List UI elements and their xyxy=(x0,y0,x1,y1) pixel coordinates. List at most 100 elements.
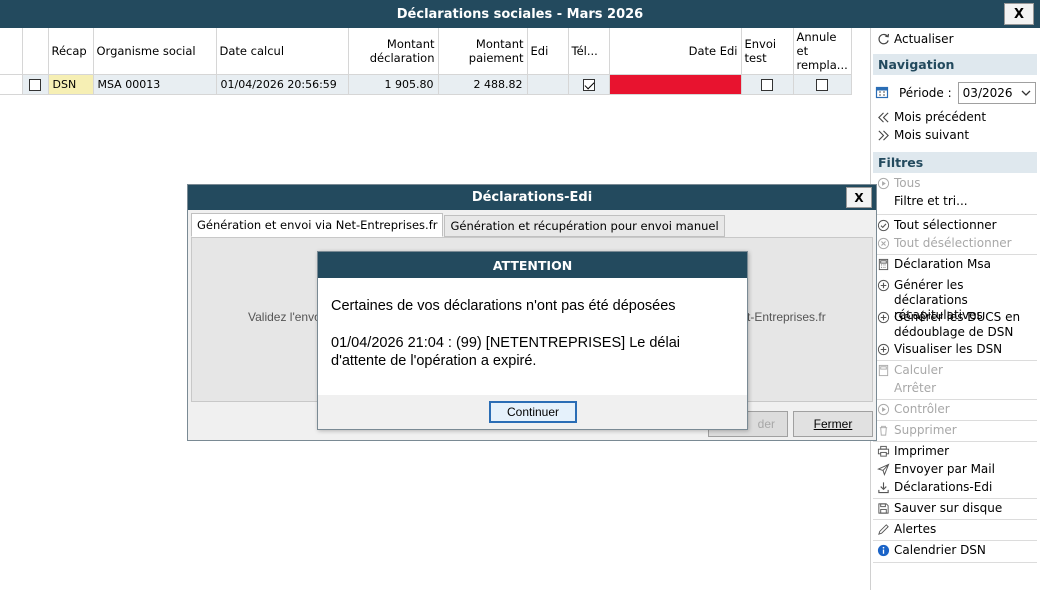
fermer-button[interactable]: Fermer xyxy=(793,411,873,437)
row-select-cell[interactable] xyxy=(22,74,49,95)
save-icon xyxy=(875,501,891,516)
plus-circle-icon xyxy=(875,310,891,325)
actualiser-button[interactable]: Actualiser xyxy=(875,32,1037,47)
tous-button[interactable]: Tous xyxy=(875,176,1037,191)
edi-dialog-close-button[interactable]: X xyxy=(846,187,872,208)
sidebar-divider xyxy=(873,254,1037,255)
col-select[interactable] xyxy=(22,28,49,75)
window-close-button[interactable]: X xyxy=(1004,3,1034,25)
window-titlebar: Déclarations sociales - Mars 2026 X xyxy=(0,0,1040,28)
row-indicator xyxy=(0,74,23,95)
refresh-icon xyxy=(875,32,891,47)
calculator-icon xyxy=(875,363,891,378)
declarations-table: Récap Organisme social Date calcul Monta… xyxy=(0,28,852,95)
arreter-button[interactable]: Arrêter xyxy=(875,381,1037,396)
supprimer-button[interactable]: Supprimer xyxy=(875,423,1037,438)
cell-date-calcul: 01/04/2026 20:56:59 xyxy=(216,74,349,95)
double-chevron-left-icon xyxy=(875,110,891,125)
annule-remplace-checkbox[interactable] xyxy=(816,79,829,91)
col-annule-remplace[interactable]: Annule et rempla... xyxy=(793,28,852,75)
table-header-row: Récap Organisme social Date calcul Monta… xyxy=(0,28,852,75)
x-circle-icon xyxy=(875,236,891,251)
sidebar-divider xyxy=(873,540,1037,541)
declaration-msa-button[interactable]: Déclaration Msa xyxy=(875,257,1037,272)
sidebar-divider xyxy=(873,399,1037,400)
alertes-button[interactable]: Alertes xyxy=(875,522,1037,537)
col-edi[interactable]: Edi xyxy=(527,28,569,75)
attention-dialog: ATTENTION Certaines de vos déclarations … xyxy=(317,251,748,430)
edi-dialog-title: Déclarations-Edi xyxy=(471,190,593,205)
trash-icon xyxy=(875,423,891,438)
col-indicator xyxy=(0,28,23,75)
actions-sidebar: Actualiser Navigation Période : 03/2026 … xyxy=(870,28,1040,590)
declarations-edi-button[interactable]: Déclarations-Edi xyxy=(875,480,1037,495)
info-icon xyxy=(875,543,891,558)
mois-precedent-button[interactable]: Mois précédent xyxy=(875,110,1037,125)
play-circle-icon xyxy=(875,402,891,417)
col-envoi-test[interactable]: Envoi test xyxy=(741,28,794,75)
col-recap[interactable]: Récap xyxy=(48,28,94,75)
calculer-button[interactable]: Calculer xyxy=(875,363,1037,378)
cell-edi xyxy=(527,74,569,95)
mois-suivant-button[interactable]: Mois suivant xyxy=(875,128,1037,143)
periode-row: Période : 03/2026 xyxy=(875,82,1037,104)
row-select-checkbox[interactable] xyxy=(29,79,41,91)
teletransmission-checkbox[interactable] xyxy=(582,79,595,91)
col-teletransmission[interactable]: Tél... xyxy=(568,28,610,75)
plus-circle-icon xyxy=(875,278,891,293)
cell-annule-remplace[interactable] xyxy=(793,74,852,95)
periode-select[interactable]: 03/2026 xyxy=(957,82,1036,104)
col-date-calcul[interactable]: Date calcul xyxy=(216,28,349,75)
filtre-tri-button[interactable]: Filtre et tri... xyxy=(875,194,1037,209)
cell-organisme: MSA 00013 xyxy=(93,74,217,95)
filtres-header: Filtres xyxy=(873,152,1037,173)
col-date-edi[interactable]: Date Edi xyxy=(609,28,742,75)
cell-montant-declaration: 1 905.80 xyxy=(348,74,439,95)
sidebar-divider xyxy=(873,562,1037,563)
cell-montant-paiement: 2 488.82 xyxy=(438,74,528,95)
tout-deselectionner-button[interactable]: Tout désélectionner xyxy=(875,236,1037,251)
printer-icon xyxy=(875,444,891,459)
periode-label: Période : xyxy=(899,86,952,100)
sidebar-divider xyxy=(873,420,1037,421)
double-chevron-right-icon xyxy=(875,128,891,143)
calendrier-dsn-button[interactable]: Calendrier DSN xyxy=(875,543,1037,558)
tab-envoi-manuel[interactable]: Génération et récupération pour envoi ma… xyxy=(444,215,725,237)
cell-teletransmission[interactable] xyxy=(568,74,610,95)
cell-recap: DSN xyxy=(48,74,94,95)
envoi-test-checkbox[interactable] xyxy=(761,79,773,91)
sidebar-divider xyxy=(873,360,1037,361)
continuer-button[interactable]: Continuer xyxy=(489,401,577,423)
check-circle-icon xyxy=(875,218,891,233)
play-circle-icon xyxy=(875,176,891,191)
table-row[interactable]: DSN MSA 00013 01/04/2026 20:56:59 1 905.… xyxy=(0,74,852,95)
panel-text-right: t-Entreprises.fr xyxy=(747,310,826,324)
cell-envoi-test[interactable] xyxy=(741,74,794,95)
controler-button[interactable]: Contrôler xyxy=(875,402,1037,417)
col-montant-paiement[interactable]: Montant paiement xyxy=(438,28,528,75)
sidebar-divider xyxy=(873,441,1037,442)
col-montant-declaration[interactable]: Montant déclaration xyxy=(348,28,439,75)
sidebar-divider xyxy=(873,498,1037,499)
col-organisme[interactable]: Organisme social xyxy=(93,28,217,75)
window-title: Déclarations sociales - Mars 2026 xyxy=(396,6,644,22)
cell-date-edi xyxy=(609,74,742,95)
edi-tabs: Génération et envoi via Net-Entreprises.… xyxy=(191,213,726,237)
tab-net-entreprises[interactable]: Génération et envoi via Net-Entreprises.… xyxy=(191,213,444,237)
plus-circle-icon xyxy=(875,342,891,357)
tout-selectionner-button[interactable]: Tout sélectionner xyxy=(875,218,1037,233)
generer-ducs-button[interactable]: Générer les DUCS en dédoublage de DSN xyxy=(875,310,1037,340)
attention-dialog-footer: Continuer xyxy=(318,395,747,429)
calendar-icon xyxy=(875,85,893,102)
sidebar-divider xyxy=(873,519,1037,520)
panel-text-left: Validez l'envoi xyxy=(248,310,324,324)
sauver-disque-button[interactable]: Sauver sur disque xyxy=(875,501,1037,516)
imprimer-button[interactable]: Imprimer xyxy=(875,444,1037,459)
visualiser-dsn-button[interactable]: Visualiser les DSN xyxy=(875,342,1037,357)
chevron-down-icon xyxy=(1021,86,1031,100)
send-icon xyxy=(875,462,891,477)
attention-message-detail: 01/04/2026 21:04 : (99) [NETENTREPRISES]… xyxy=(331,335,680,369)
navigation-header: Navigation xyxy=(873,54,1037,75)
pencil-icon xyxy=(875,522,891,537)
envoyer-mail-button[interactable]: Envoyer par Mail xyxy=(875,462,1037,477)
